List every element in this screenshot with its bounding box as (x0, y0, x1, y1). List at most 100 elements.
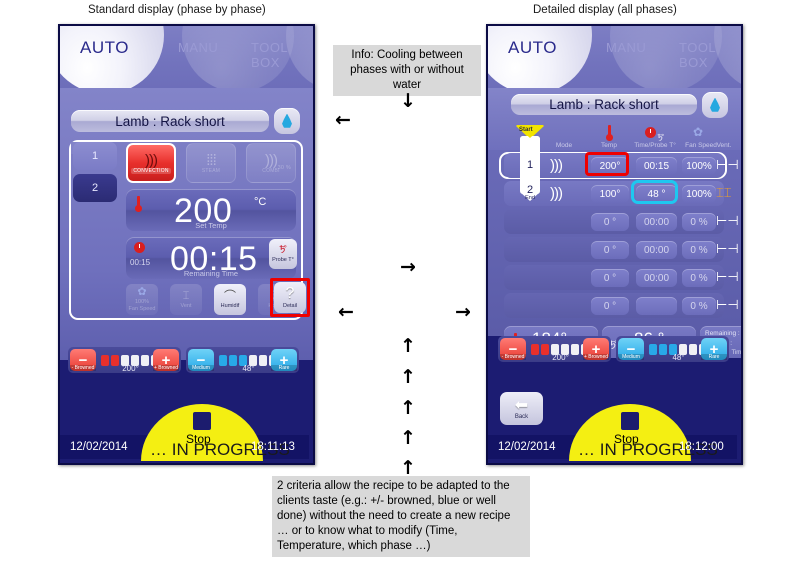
row-2-vent-open-icon[interactable]: ⌶⌶ (716, 185, 732, 201)
mode-button-convection[interactable]: ))) CONVECTION (126, 143, 176, 183)
water-button[interactable] (274, 108, 300, 134)
mode-button-combi[interactable]: ))) 30 % COMBI (246, 143, 296, 183)
end-label: End (525, 195, 535, 201)
doneness-plus-button[interactable]: + Rare (701, 338, 727, 360)
left-status-time: 18:11:13 (251, 441, 295, 453)
row-3-time-cell[interactable]: 00:00 (636, 213, 677, 231)
stop-square-icon (193, 412, 211, 430)
doneness-plus-button[interactable]: + Rare (271, 349, 297, 371)
right-status-time: 18:12:00 (679, 441, 724, 453)
browned-plus-button[interactable]: + + Browned (153, 349, 179, 371)
right-criteria-browned[interactable]: − - Browned 200° + + Browned (498, 336, 611, 362)
right-criteria-doneness[interactable]: − Medium 48° + Rare (616, 336, 729, 362)
browned-plus-button[interactable]: + + Browned (583, 338, 609, 360)
set-temp-unit: °C (254, 196, 267, 208)
timer-small-value: 00:15 (130, 258, 151, 267)
row-6-fan-cell[interactable]: 0 % (682, 297, 716, 315)
recipe-name-bar[interactable]: Lamb : Rack short (71, 110, 269, 132)
vent-button-label: Vent (180, 303, 192, 309)
row-4-time-cell[interactable]: 00:00 (636, 241, 677, 259)
tab-auto-label[interactable]: AUTO (508, 38, 557, 58)
probe-icon: 🜪 (279, 244, 287, 256)
detail-button-red-highlight (270, 278, 310, 317)
row-6-temp-cell[interactable]: 0 ° (591, 297, 629, 315)
info-down-arrow: ↓ (400, 90, 416, 112)
steam-drops-icon: ⁞⁞⁞ (206, 151, 216, 169)
right-arrow-middle: → (455, 301, 471, 323)
row-5-temp-cell[interactable]: 0 ° (591, 269, 629, 287)
left-criteria-browned[interactable]: − - Browned 200° + + Browned (68, 347, 181, 373)
colhead-time: Time/Probe T° (634, 142, 676, 149)
row-4-fan-cell[interactable]: 0 % (682, 241, 716, 259)
colhead-temp: Temp (601, 142, 617, 149)
tab-toolbox-label[interactable]: TOOL BOX (679, 40, 741, 70)
up-arrow-3: ↑ (400, 397, 416, 419)
phase-tab-2[interactable]: 2 (73, 174, 117, 202)
water-button[interactable] (702, 92, 728, 118)
fan-speed-button[interactable]: ✿ 100% Fan Speed (126, 284, 158, 315)
set-temp-field[interactable]: 200 °C Set Temp (126, 189, 296, 231)
left-oven-panel: AUTO MANU TOOL BOX Lamb : Rack short 1 2… (58, 24, 315, 465)
vent-icon: ⌶ (182, 290, 190, 302)
up-arrow-1: ↑ (400, 335, 416, 357)
row-1-number: 1 (526, 159, 534, 171)
probe-button[interactable]: 🜪 Probe T° (269, 239, 297, 269)
row-1-vent-closed-icon[interactable]: ⊢⊣ (716, 157, 739, 173)
clock-probe-icon (645, 127, 656, 138)
phase-tab-1-label: 1 (91, 150, 99, 162)
row-2-temp-cell[interactable]: 100° (591, 185, 629, 203)
colhead-vent: Vent. (716, 142, 732, 149)
doneness-plus-label: Rare (271, 365, 297, 371)
left-arrow-middle: ← (338, 301, 354, 323)
row-4-vent-closed-icon[interactable]: ⊢⊣ (716, 241, 739, 257)
browned-plus-label: + Browned (583, 354, 609, 360)
right-panel-caption: Detailed display (all phases) (533, 4, 677, 16)
back-button[interactable]: ⬅ Back (500, 392, 543, 425)
stop-square-icon (621, 412, 639, 430)
left-panel-caption: Standard display (phase by phase) (88, 4, 266, 16)
tab-manu-label[interactable]: MANU (178, 40, 218, 55)
water-droplet-icon (710, 97, 720, 112)
vent-button[interactable]: ⌶ Vent (170, 284, 202, 315)
left-status-date: 12/02/2014 (70, 441, 128, 453)
right-status-date: 12/02/2014 (498, 441, 556, 453)
criteria-note: 2 criteria allow the recipe to be adapte… (272, 476, 530, 557)
tab-toolbox-label[interactable]: TOOL BOX (251, 40, 313, 70)
row-5-fan-cell[interactable]: 0 % (682, 269, 716, 287)
row-1-time-cell[interactable]: 00:15 (636, 157, 677, 175)
left-pointing-arrow-top: ← (335, 109, 351, 131)
row-3-vent-closed-icon[interactable]: ⊢⊣ (716, 213, 739, 229)
row-5-time-cell[interactable]: 00:00 (636, 269, 677, 287)
left-criteria-doneness[interactable]: − Medium 48° + Rare (186, 347, 299, 373)
probe-button-label: Probe T° (272, 257, 294, 263)
row-6-vent-closed-icon[interactable]: ⊢⊣ (716, 297, 739, 313)
phase-tab-1[interactable]: 1 (73, 142, 117, 170)
row-3-fan-cell[interactable]: 0 % (682, 213, 716, 231)
heat-waves-icon: ))) (145, 151, 158, 169)
row-2-fan-cell[interactable]: 100% (682, 185, 716, 203)
clock-icon (134, 242, 145, 253)
humidity-button[interactable]: ⌒ Humidif (214, 284, 246, 315)
doneness-plus-label: Rare (701, 354, 727, 360)
fan-speed-label: Fan Speed (128, 306, 156, 312)
fan-icon: ✿ (693, 125, 704, 139)
back-button-label: Back (514, 413, 529, 420)
row-1-fan-cell[interactable]: 100% (682, 157, 716, 175)
start-label-top: Start (519, 127, 533, 133)
right-tabbar: AUTO MANU TOOL BOX (488, 26, 741, 88)
mode-steam-label: STEAM (201, 167, 221, 174)
tab-auto-label[interactable]: AUTO (80, 38, 129, 58)
fan-icon: ✿ (137, 286, 147, 298)
row-1-temp-red-highlight (585, 152, 629, 176)
recipe-name-bar[interactable]: Lamb : Rack short (511, 94, 697, 115)
combi-icon: ))) (265, 151, 278, 169)
combi-percent: 30 % (277, 165, 291, 171)
fan-speed-value: 100% (134, 299, 150, 305)
row-6-time-cell[interactable] (636, 297, 677, 315)
row-5-vent-closed-icon[interactable]: ⊢⊣ (716, 269, 739, 285)
row-3-temp-cell[interactable]: 0 ° (591, 213, 629, 231)
tab-manu-label[interactable]: MANU (606, 40, 646, 55)
mode-button-steam[interactable]: ⁞⁞⁞ STEAM (186, 143, 236, 183)
row-4-temp-cell[interactable]: 0 ° (591, 241, 629, 259)
up-arrow-4: ↑ (400, 427, 416, 449)
